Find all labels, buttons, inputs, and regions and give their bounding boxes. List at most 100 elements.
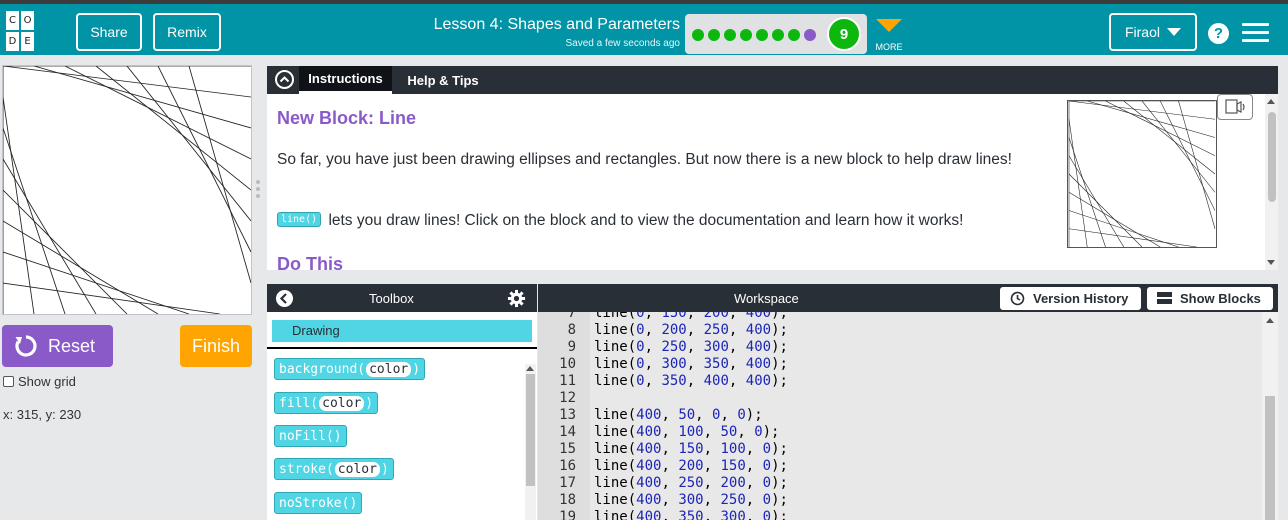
- version-history-label: Version History: [1033, 291, 1129, 306]
- show-grid-checkbox[interactable]: [3, 376, 14, 387]
- category-drawing[interactable]: Drawing: [271, 319, 533, 343]
- tab-instructions[interactable]: Instructions: [299, 66, 392, 94]
- code-text[interactable]: line(0, 250, 300, 400);: [594, 339, 788, 355]
- chevron-down-icon[interactable]: [876, 19, 902, 32]
- progress-dot-8[interactable]: [804, 29, 816, 41]
- drawn-line: [3, 189, 128, 314]
- code-text[interactable]: line(0, 150, 200, 400);: [594, 312, 788, 321]
- logo-letter-d: D: [6, 32, 19, 51]
- code-text[interactable]: line(0, 300, 350, 400);: [594, 356, 788, 372]
- drawn-line: [1105, 101, 1216, 157]
- reset-button[interactable]: Reset: [2, 325, 113, 367]
- user-menu-button[interactable]: Firaol: [1109, 13, 1197, 51]
- user-name: Firaol: [1124, 24, 1160, 40]
- instructions-body: New Block: Line So far, you have just be…: [267, 94, 1265, 270]
- code-workspace[interactable]: 7 line(0, 150, 200, 400); 8 line(0, 200, 25…: [538, 312, 1278, 520]
- drawn-line: [1068, 191, 1161, 247]
- example-image[interactable]: [1067, 100, 1217, 248]
- code-text[interactable]: line(400, 300, 250, 0);: [594, 492, 788, 508]
- workspace-title: Workspace: [734, 291, 799, 306]
- code-text[interactable]: line(400, 200, 150, 0);: [594, 458, 788, 474]
- tab-help-tips[interactable]: Help & Tips: [399, 66, 487, 94]
- instructions-scrollbar[interactable]: [1265, 94, 1278, 270]
- save-status: Saved a few seconds ago: [565, 38, 680, 49]
- block-fill[interactable]: fill(color): [274, 392, 379, 414]
- drawn-line: [1068, 173, 1143, 247]
- line-number: 13: [559, 407, 576, 423]
- drawn-line: [1178, 101, 1216, 229]
- hamburger-menu-icon[interactable]: [1242, 23, 1269, 43]
- block-arg[interactable]: color: [366, 361, 412, 377]
- code-text[interactable]: line(400, 350, 300, 0);: [594, 509, 788, 520]
- code-text[interactable]: line(400, 150, 100, 0);: [594, 441, 788, 457]
- drawn-line: [64, 66, 251, 160]
- logo-spacer: [36, 11, 49, 30]
- progress-dot-6[interactable]: [772, 29, 784, 41]
- code-text[interactable]: line(0, 350, 400, 400);: [594, 373, 788, 389]
- progress-dot-4[interactable]: [740, 29, 752, 41]
- remix-button[interactable]: Remix: [153, 13, 221, 51]
- line-number: 19: [559, 509, 576, 520]
- logo-spacer: [36, 32, 49, 51]
- instructions-heading: New Block: Line: [277, 108, 417, 128]
- line-number: 14: [559, 424, 576, 440]
- finish-button[interactable]: Finish: [180, 325, 252, 367]
- line-number: 9: [567, 339, 576, 355]
- instructions-paragraph: So far, you have just been drawing ellip…: [277, 151, 1012, 168]
- toolbox-header: Toolbox: [267, 284, 537, 312]
- code-text[interactable]: line(400, 50, 0, 0);: [594, 407, 763, 423]
- toolbox-title: Toolbox: [369, 291, 414, 306]
- instructions-paragraph-2-text: lets you draw lines! Click on the block …: [328, 212, 964, 229]
- lesson-progress: 9: [685, 14, 867, 54]
- block-arg[interactable]: color: [319, 395, 365, 411]
- collapse-icon[interactable]: [275, 70, 294, 89]
- block-background[interactable]: background(color): [274, 358, 426, 380]
- line-number: 15: [559, 441, 576, 457]
- workspace-scrollbar[interactable]: [1262, 312, 1278, 520]
- code-text[interactable]: line(400, 100, 50, 0);: [594, 424, 779, 440]
- line-number: 10: [559, 356, 576, 372]
- instructions-paragraph-2: line() lets you draw lines! Click on the…: [277, 208, 1067, 233]
- drawn-line: [3, 251, 190, 314]
- block-stroke[interactable]: stroke(color): [274, 458, 394, 480]
- logo-letter-c: C: [6, 11, 19, 30]
- code-text[interactable]: line(0, 200, 250, 400);: [594, 322, 788, 338]
- drawing-canvas[interactable]: [2, 65, 252, 315]
- version-history-button[interactable]: Version History: [1000, 287, 1141, 310]
- line-number: 7: [567, 312, 576, 321]
- line-number: 12: [559, 390, 576, 406]
- blocks-icon: [1157, 292, 1172, 304]
- show-blocks-label: Show Blocks: [1180, 291, 1261, 306]
- more-label[interactable]: MORE: [870, 42, 908, 52]
- drawn-line: [3, 220, 159, 314]
- column-resize-handle[interactable]: [256, 180, 260, 201]
- block-noFill[interactable]: noFill(): [274, 425, 347, 447]
- code-org-logo[interactable]: C O D E: [6, 11, 50, 53]
- lesson-title[interactable]: Lesson 4: Shapes and Parameters: [418, 16, 680, 34]
- show-blocks-button[interactable]: Show Blocks: [1147, 287, 1273, 310]
- show-grid-toggle[interactable]: Show grid: [3, 374, 76, 389]
- share-button[interactable]: Share: [76, 13, 142, 51]
- progress-dot-3[interactable]: [724, 29, 736, 41]
- text-to-speech-icon[interactable]: [1217, 94, 1253, 120]
- toolbox-scrollbar[interactable]: [525, 364, 536, 520]
- progress-dot-2[interactable]: [708, 29, 720, 41]
- code-text[interactable]: line(400, 250, 200, 0);: [594, 475, 788, 491]
- logo-letter-o: O: [21, 11, 34, 30]
- instructions-header: Instructions Help & Tips: [267, 66, 1278, 94]
- clock-icon: [1010, 291, 1025, 306]
- block-noStroke[interactable]: noStroke(): [274, 492, 363, 514]
- current-level-bubble[interactable]: 9: [827, 17, 861, 51]
- toolbox-panel: Drawing background(color) fill(color) noFi…: [267, 312, 537, 520]
- help-icon[interactable]: ?: [1208, 23, 1229, 44]
- line-block-chip[interactable]: line(): [277, 212, 322, 227]
- progress-dot-5[interactable]: [756, 29, 768, 41]
- progress-dot-1[interactable]: [692, 29, 704, 41]
- progress-dot-7[interactable]: [788, 29, 800, 41]
- reset-icon: [15, 335, 37, 357]
- gear-icon[interactable]: [507, 289, 526, 308]
- show-grid-label: Show grid: [18, 374, 76, 389]
- logo-letter-e: E: [21, 32, 34, 51]
- block-arg[interactable]: color: [334, 461, 380, 477]
- collapse-toolbox-icon[interactable]: [275, 289, 294, 308]
